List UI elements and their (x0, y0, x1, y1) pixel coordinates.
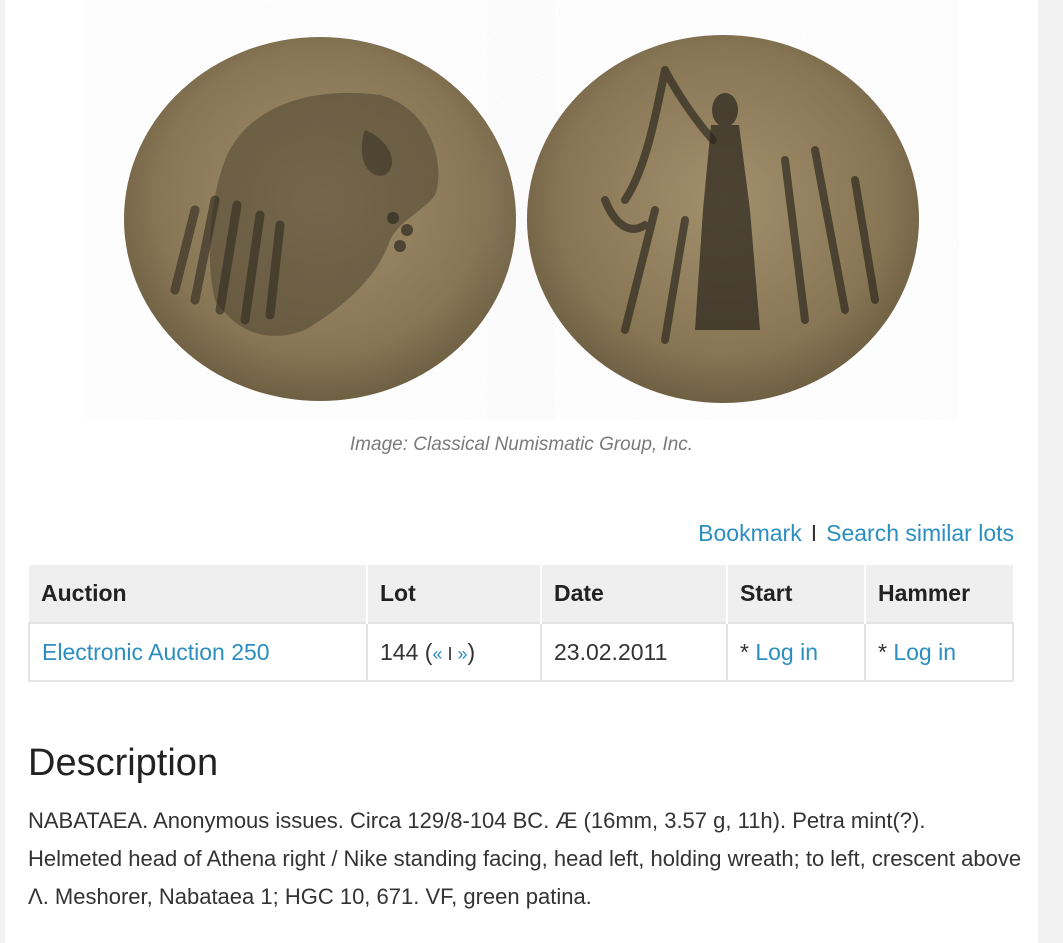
coin-image[interactable] (5, 0, 1038, 420)
start-prefix: * (740, 638, 756, 665)
column-header-auction: Auction (29, 565, 368, 623)
lot-page: Image: Classical Numismatic Group, Inc. … (5, 0, 1038, 943)
lot-nav-open: ( (418, 638, 433, 665)
table-row: Electronic Auction 250 144 (« I ») 23.02… (28, 622, 1014, 682)
start-login-link[interactable]: Log in (755, 639, 818, 665)
description-heading: Description (28, 742, 219, 784)
column-header-hammer: Hammer (865, 565, 1013, 623)
column-header-start: Start (727, 565, 866, 623)
auction-cell: Electronic Auction 250 (28, 622, 368, 682)
column-header-lot: Lot (367, 565, 542, 623)
previous-lot-link[interactable]: « (432, 644, 442, 664)
image-caption: Image: Classical Numismatic Group, Inc. (349, 434, 694, 455)
hammer-login-link[interactable]: Log in (893, 639, 956, 665)
coin-obverse (124, 37, 516, 401)
auction-link[interactable]: Electronic Auction 250 (42, 639, 270, 665)
bookmark-link[interactable]: Bookmark (698, 520, 802, 546)
actions-separator: I (810, 520, 818, 546)
description-text: NABATAEA. Anonymous issues. Circa 129/8-… (28, 808, 1022, 909)
next-lot-link[interactable]: » (457, 644, 467, 664)
lot-table: Auction Lot Date Start Hammer Electronic… (28, 565, 1014, 682)
lot-nav-separator: I (442, 643, 458, 664)
lot-number: 144 (380, 638, 419, 665)
date-cell: 23.02.2011 (540, 622, 728, 682)
lot-actions: Bookmark I Search similar lots (698, 520, 1014, 547)
hammer-cell: * Log in (864, 622, 1014, 682)
table-header-row: Auction Lot Date Start Hammer (29, 565, 1013, 623)
hammer-prefix: * (878, 638, 894, 665)
column-header-date: Date (541, 565, 728, 623)
start-cell: * Log in (726, 622, 866, 682)
lot-nav-close: ) (467, 638, 476, 665)
search-similar-lots-link[interactable]: Search similar lots (826, 520, 1014, 546)
coin-reverse (527, 35, 919, 403)
lot-cell: 144 (« I ») (366, 622, 542, 682)
